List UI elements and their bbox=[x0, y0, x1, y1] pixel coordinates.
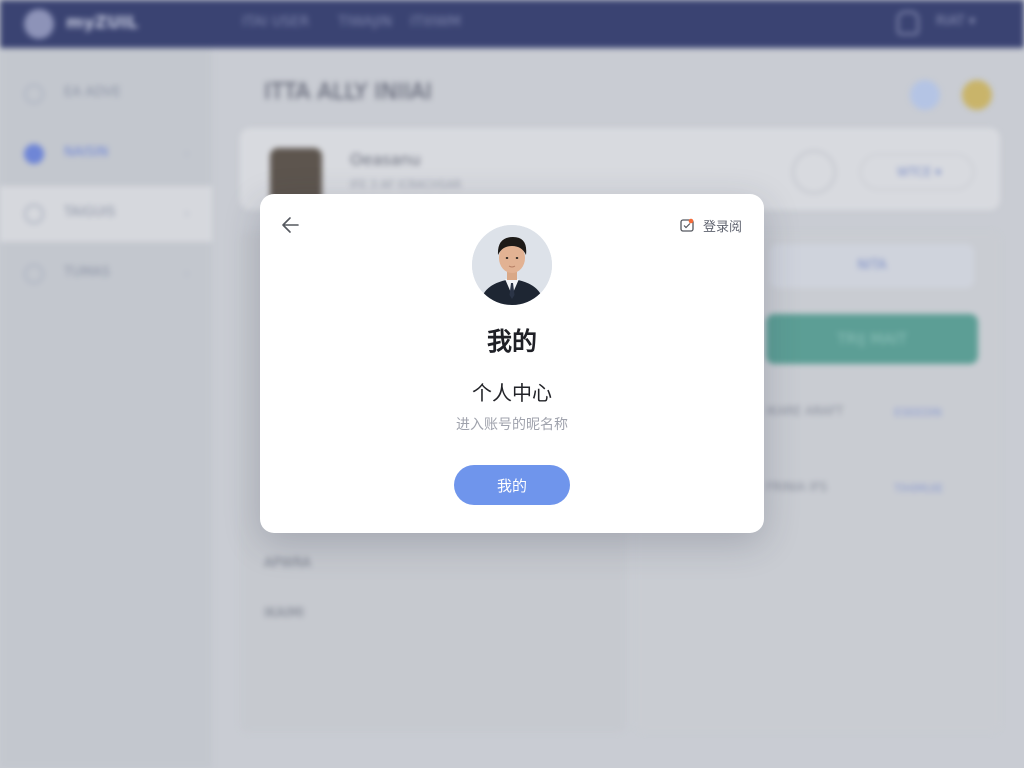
avatar bbox=[472, 225, 552, 305]
right-row-label: FRINIA IFS bbox=[766, 480, 828, 494]
nav-link-3[interactable]: ITIIIWM bbox=[410, 14, 461, 30]
modal-title: 我的 bbox=[486, 327, 537, 356]
sidebar-item-label: NAISIN bbox=[64, 145, 109, 160]
sidebar-item-2[interactable]: NAISIN › bbox=[0, 126, 212, 182]
avatar-portrait-image bbox=[472, 225, 552, 305]
left-row-text: IKAIMI bbox=[264, 606, 304, 621]
settings-icon bbox=[24, 264, 44, 284]
notification-bell-icon[interactable] bbox=[897, 11, 919, 35]
left-row-text: APWRA bbox=[264, 556, 311, 571]
back-button[interactable] bbox=[278, 212, 304, 238]
chevron-right-icon: › bbox=[184, 206, 190, 222]
profile-subtitle: IFE 3 AF ICRACHSAR bbox=[350, 178, 462, 191]
sidebar-item-4[interactable]: TUMAS › bbox=[0, 246, 212, 302]
sidebar-item-label: EA ADVE bbox=[64, 85, 122, 100]
document-icon bbox=[24, 204, 44, 224]
calendar-icon bbox=[680, 218, 694, 232]
user-icon bbox=[24, 144, 44, 164]
profile-name: Oeasanu bbox=[350, 150, 421, 169]
chevron-right-icon: › bbox=[184, 266, 190, 282]
right-row-label: IKARE ARAFT bbox=[766, 404, 844, 418]
login-link[interactable]: 登录阅 bbox=[680, 215, 742, 235]
right-row-link[interactable]: ESEEDIN bbox=[894, 406, 942, 419]
app-logo-text: myZUIL bbox=[66, 13, 139, 33]
sidebar-item-1[interactable]: EA ADVE bbox=[0, 66, 212, 122]
sidebar: EA ADVE NAISIN › TAIGUIS › TUMAS › bbox=[0, 48, 212, 768]
login-link-label: 登录阅 bbox=[703, 219, 743, 235]
right-row-link[interactable]: TIHIMUIE bbox=[894, 482, 943, 495]
top-navigation-bar: myZUIL ITAI USER TIWAJIN ITIIIWM RIAT ▾ bbox=[0, 0, 1024, 48]
modal-subtitle: 个人中心 bbox=[472, 381, 552, 405]
user-menu[interactable]: RIAT ▾ bbox=[936, 14, 975, 29]
modal-hint: 进入账号的昵名称 bbox=[456, 417, 568, 433]
app-logo-icon bbox=[24, 9, 54, 39]
page-title: ITTA ALLY INIIAI bbox=[264, 80, 432, 105]
right-tab[interactable]: NITA bbox=[770, 244, 974, 288]
nav-link-2[interactable]: TIWAJIN bbox=[338, 14, 392, 30]
arrow-left-icon bbox=[282, 217, 299, 233]
home-icon bbox=[24, 84, 44, 104]
nav-link-1[interactable]: ITAI USER bbox=[242, 14, 309, 30]
sidebar-item-label: TAIGUIS bbox=[64, 205, 116, 220]
help-badge-icon[interactable] bbox=[910, 80, 940, 110]
my-profile-button[interactable]: 我的 bbox=[454, 465, 570, 505]
profile-pill-button[interactable]: WTCE ▾ bbox=[860, 154, 974, 190]
profile-modal: 登录阅 我的 个人中心 进入账号的昵名称 我的 bbox=[260, 194, 764, 533]
green-action-button[interactable]: TRIJ MAIT bbox=[766, 314, 978, 364]
sidebar-item-label: TUMAS bbox=[64, 265, 110, 280]
apps-badge-icon[interactable] bbox=[962, 80, 992, 110]
sidebar-item-3[interactable]: TAIGUIS › bbox=[0, 186, 212, 242]
profile-circle-button[interactable] bbox=[792, 150, 836, 194]
chevron-right-icon: › bbox=[184, 146, 190, 162]
